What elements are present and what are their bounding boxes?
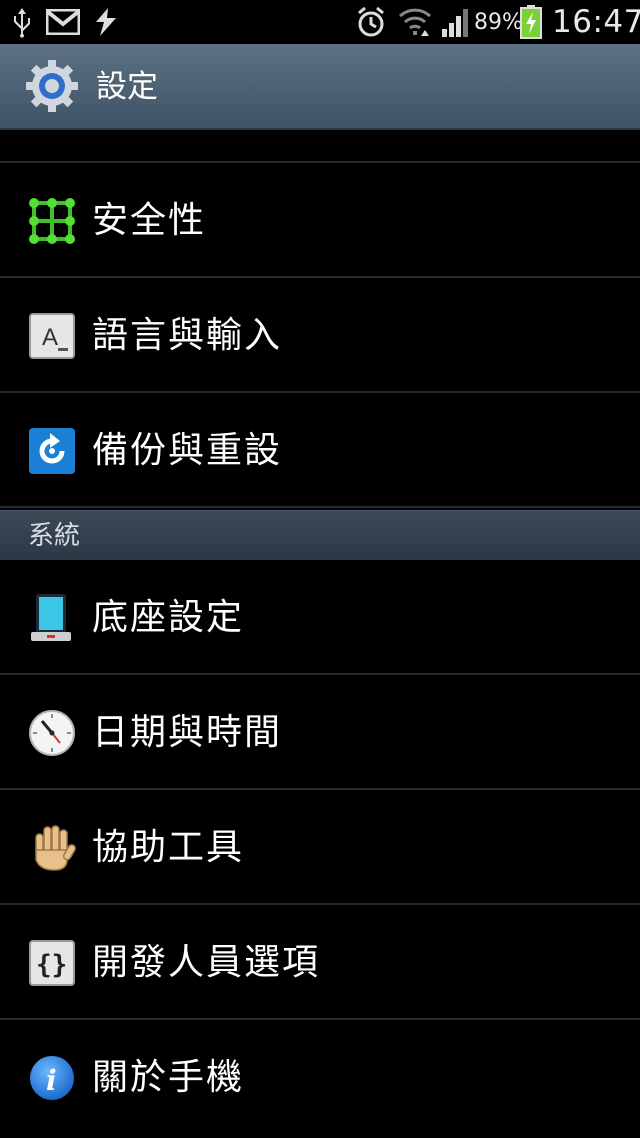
language-input-icon: A xyxy=(28,312,76,360)
list-item-label: 日期與時間 xyxy=(92,712,283,753)
sync-icon xyxy=(92,0,120,44)
developer-braces-icon: {} xyxy=(28,939,76,987)
battery-percent: 89% xyxy=(474,9,523,35)
list-item-accessibility[interactable]: 協助工具 xyxy=(0,790,640,905)
gmail-icon xyxy=(46,0,80,44)
list-item-label: 關於手機 xyxy=(92,1057,245,1098)
list-item-label: 安全性 xyxy=(92,200,207,241)
list-item-label: 協助工具 xyxy=(92,827,245,868)
section-header-system: 系統 xyxy=(0,510,640,560)
page-title: 設定 xyxy=(96,69,158,105)
clock-icon xyxy=(28,709,76,757)
alarm-icon xyxy=(356,0,386,44)
wifi-icon xyxy=(398,0,432,44)
security-pattern-icon xyxy=(28,197,76,245)
svg-text:A: A xyxy=(42,324,58,351)
list-item-label: 底座設定 xyxy=(92,597,245,638)
list-item-developer-options[interactable]: {} 開發人員選項 xyxy=(0,905,640,1020)
list-item-label: 語言與輸入 xyxy=(92,315,283,356)
list-item-date-time[interactable]: 日期與時間 xyxy=(0,675,640,790)
dock-icon xyxy=(28,594,76,642)
list-item-about-phone[interactable]: i 關於手機 xyxy=(0,1020,640,1135)
list-item-security[interactable]: 安全性 xyxy=(0,163,640,278)
info-icon: i xyxy=(28,1054,76,1102)
backup-reset-icon xyxy=(28,427,76,475)
list-item-language-input[interactable]: A 語言與輸入 xyxy=(0,278,640,393)
status-bar: 89% 16:47 xyxy=(0,0,640,44)
svg-text:{}: {} xyxy=(36,950,67,980)
list-item-dock[interactable]: 底座設定 xyxy=(0,560,640,675)
list-item-backup-reset[interactable]: 備份與重設 xyxy=(0,393,640,508)
usb-icon xyxy=(10,0,34,44)
action-bar: 設定 xyxy=(0,44,640,130)
list-item-label: 開發人員選項 xyxy=(92,942,321,983)
hand-accessibility-icon xyxy=(28,824,76,872)
section-header-label: 系統 xyxy=(28,521,81,551)
battery-charging-icon xyxy=(520,0,542,44)
settings-gear-icon[interactable] xyxy=(24,58,80,114)
svg-text:i: i xyxy=(46,1064,57,1097)
list-divider xyxy=(0,130,640,163)
clock-time: 16:47 xyxy=(552,4,640,40)
list-item-label: 備份與重設 xyxy=(92,430,283,471)
signal-icon xyxy=(440,0,472,44)
